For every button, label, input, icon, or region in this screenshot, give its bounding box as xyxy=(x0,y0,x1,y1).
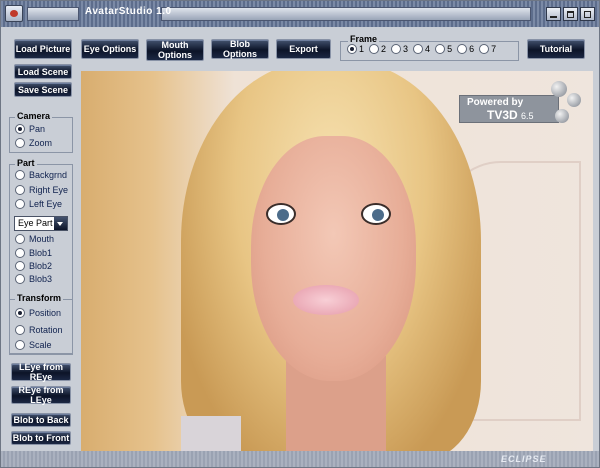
part-radio-mouth[interactable]: Mouth xyxy=(15,234,54,244)
eye-part-dropdown-value: Eye Part xyxy=(18,218,53,228)
camera-radio-zoom[interactable]: Zoom xyxy=(15,138,52,148)
chevron-down-icon[interactable] xyxy=(54,217,67,230)
minimize-icon xyxy=(550,15,557,18)
mouth-options-button[interactable]: Mouth Options xyxy=(146,39,204,61)
frame-radio-4[interactable]: 4 xyxy=(413,44,430,54)
radio-icon xyxy=(15,199,25,209)
part-group-title: Part xyxy=(15,158,37,168)
part-radio-right-eye[interactable]: Right Eye xyxy=(15,185,68,195)
radio-selected-icon xyxy=(15,124,25,134)
part-radio-blob1[interactable]: Blob1 xyxy=(15,248,52,258)
avatar-right-eye[interactable] xyxy=(266,203,296,225)
status-bar: ECLIPSE xyxy=(1,451,599,467)
avatar-shirt xyxy=(181,416,241,451)
transform-radio-scale[interactable]: Scale xyxy=(15,340,52,350)
avatar-left-eye[interactable] xyxy=(361,203,391,225)
radio-icon xyxy=(413,44,424,54)
window-title: AvatarStudio 1.0 xyxy=(85,6,172,17)
tv3d-logo-icon xyxy=(567,93,581,107)
transform-radio-position[interactable]: Position xyxy=(15,308,61,318)
radio-icon xyxy=(15,234,25,244)
radio-selected-icon xyxy=(347,44,357,54)
title-bar-plate xyxy=(27,7,79,21)
transform-group-title: Transform xyxy=(15,293,64,303)
avatar-face xyxy=(251,136,416,381)
radio-icon xyxy=(15,185,25,195)
restore-icon xyxy=(584,10,591,18)
tutorial-button[interactable]: Tutorial xyxy=(527,39,585,59)
watermark-product-name: TV3D xyxy=(487,108,518,122)
frame-radio-3[interactable]: 3 xyxy=(391,44,408,54)
camera-radio-pan[interactable]: Pan xyxy=(15,124,45,134)
reye-from-leye-button[interactable]: REye from LEye xyxy=(11,385,71,405)
part-radio-blob2[interactable]: Blob2 xyxy=(15,261,52,271)
export-button[interactable]: Export xyxy=(276,39,331,59)
blob-to-back-button[interactable]: Blob to Back xyxy=(11,413,71,427)
avatar-viewport[interactable]: Powered by TV3D 6.5 xyxy=(81,71,593,451)
frame-radio-5[interactable]: 5 xyxy=(435,44,452,54)
tv3d-logo-icon xyxy=(551,81,567,97)
restore-button[interactable] xyxy=(580,7,595,21)
app-icon[interactable] xyxy=(5,5,23,22)
radio-icon xyxy=(435,44,446,54)
radio-icon xyxy=(369,44,380,54)
app-window: AvatarStudio 1.0 Load Picture Eye Option… xyxy=(0,0,600,468)
transform-radio-rotation[interactable]: Rotation xyxy=(15,325,63,335)
frame-radio-2[interactable]: 2 xyxy=(369,44,386,54)
eclipse-logo: ECLIPSE xyxy=(501,454,547,464)
frame-radio-list: 1 2 3 4 5 6 7 xyxy=(347,44,496,54)
maximize-button[interactable] xyxy=(563,7,578,21)
part-radio-backgrnd[interactable]: Backgrnd xyxy=(15,170,67,180)
radio-icon xyxy=(15,170,25,180)
minimize-button[interactable] xyxy=(546,7,561,21)
frame-radio-1[interactable]: 1 xyxy=(347,44,364,54)
frame-radio-7[interactable]: 7 xyxy=(479,44,496,54)
radio-icon xyxy=(15,340,25,350)
camera-group-title: Camera xyxy=(15,111,53,121)
watermark-version: 6.5 xyxy=(521,111,534,121)
title-bar[interactable]: AvatarStudio 1.0 xyxy=(1,1,599,27)
watermark-powered-by: Powered by xyxy=(467,97,524,108)
sidebar: Load Scene Save Scene Camera Pan Zoom Pa… xyxy=(1,64,81,447)
radio-icon xyxy=(15,325,25,335)
blob-options-button[interactable]: Blob Options xyxy=(211,39,269,59)
load-picture-button[interactable]: Load Picture xyxy=(14,39,72,59)
part-radio-left-eye[interactable]: Left Eye xyxy=(15,199,62,209)
frame-group-title: Frame xyxy=(348,34,380,44)
radio-selected-icon xyxy=(15,308,25,318)
maximize-icon xyxy=(567,10,574,18)
radio-icon xyxy=(15,138,25,148)
part-radio-blob3[interactable]: Blob3 xyxy=(15,274,52,284)
watermark-product: TV3D 6.5 xyxy=(487,108,534,122)
radio-icon xyxy=(15,248,25,258)
avatar-mouth[interactable] xyxy=(293,285,359,315)
blob-to-front-button[interactable]: Blob to Front xyxy=(11,431,71,445)
eye-options-button[interactable]: Eye Options xyxy=(81,39,139,59)
radio-icon xyxy=(391,44,402,54)
title-bar-plate xyxy=(161,7,531,21)
radio-icon xyxy=(15,261,25,271)
tv3d-watermark: Powered by TV3D 6.5 xyxy=(459,79,589,129)
load-scene-button[interactable]: Load Scene xyxy=(14,64,72,79)
radio-icon xyxy=(457,44,468,54)
tv3d-logo-icon xyxy=(555,109,569,123)
save-scene-button[interactable]: Save Scene xyxy=(14,82,72,97)
radio-icon xyxy=(15,274,25,284)
radio-icon xyxy=(479,44,490,54)
leye-from-reye-button[interactable]: LEye from REye xyxy=(11,362,71,382)
frame-radio-6[interactable]: 6 xyxy=(457,44,474,54)
eye-part-dropdown[interactable]: Eye Part xyxy=(14,216,68,231)
